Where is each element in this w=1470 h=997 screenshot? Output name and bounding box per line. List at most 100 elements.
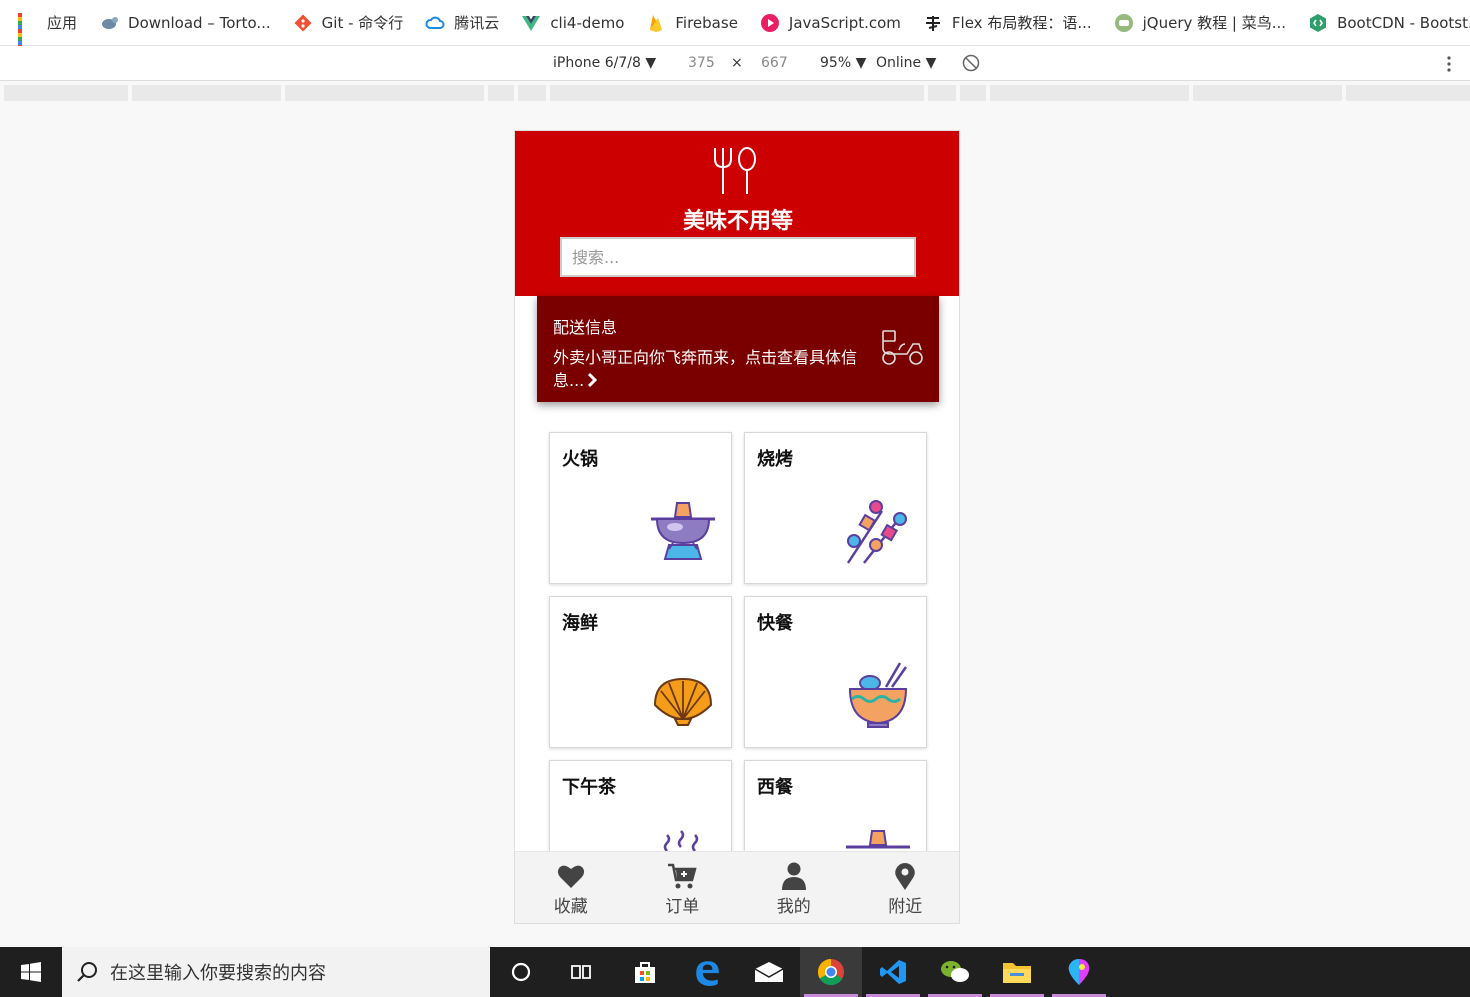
task-view-button[interactable]: [550, 947, 612, 997]
delivery-text-content: 外卖小哥正向你飞奔而来，点击查看具体信息...: [553, 348, 858, 390]
store-icon: [635, 962, 655, 983]
bookmark-tortoise[interactable]: Download – Torto...: [99, 13, 271, 33]
vscode-app[interactable]: [862, 947, 924, 997]
bookmark-jquery-runoob[interactable]: jQuery 教程 | 菜鸟...: [1114, 12, 1286, 33]
paint3d-app[interactable]: [1048, 947, 1110, 997]
category-card-bbq[interactable]: 烧烤: [744, 432, 927, 584]
tab-label: 订单: [665, 897, 700, 917]
height-input[interactable]: 667: [761, 55, 788, 71]
category-name: 火锅: [562, 449, 598, 470]
bookmark-label: JavaScript.com: [788, 13, 901, 32]
chrome-app[interactable]: [800, 947, 862, 997]
bookmark-label: jQuery 教程 | 菜鸟...: [1142, 14, 1287, 32]
windows-logo-icon: [21, 962, 41, 982]
chrome-icon: [817, 958, 844, 986]
location-pin-icon: [895, 863, 916, 890]
cart-icon: [668, 863, 697, 889]
hotpot-icon: [651, 502, 715, 560]
width-input[interactable]: 375: [688, 55, 715, 71]
category-name: 西餐: [757, 777, 793, 798]
media-query-segment[interactable]: [4, 85, 128, 101]
bookmark-label: 腾讯云: [454, 14, 500, 32]
javascript-icon: [760, 13, 779, 32]
wechat-icon: [941, 961, 969, 982]
rotate-icon[interactable]: [962, 54, 980, 72]
app-brand-title: 美味不用等: [682, 209, 793, 234]
media-query-segment[interactable]: [550, 85, 924, 101]
media-query-segment[interactable]: [960, 85, 986, 101]
tab-orders[interactable]: 订单: [627, 852, 739, 923]
zoom-value: 95%: [820, 55, 852, 71]
bookmark-tencent-cloud[interactable]: 腾讯云: [425, 12, 499, 33]
bookmark-bootcdn[interactable]: BootCDN - Bootst...: [1308, 13, 1470, 33]
media-query-segment[interactable]: [285, 85, 484, 101]
store-app[interactable]: [614, 947, 676, 997]
cortana-icon: [511, 962, 531, 982]
delivery-text[interactable]: 外卖小哥正向你飞奔而来，点击查看具体信息...: [553, 346, 875, 392]
media-query-segment[interactable]: [488, 85, 514, 101]
tab-label: 收藏: [553, 897, 588, 917]
search-input[interactable]: [560, 237, 916, 277]
file-explorer-app[interactable]: [986, 947, 1048, 997]
category-card-seafood[interactable]: 海鲜: [549, 596, 732, 748]
tab-profile[interactable]: 我的: [738, 852, 850, 923]
device-toolbar: iPhone 6/7/8 ▼ 375 × 667 95% ▼ Online ▼: [0, 46, 1470, 81]
bookmark-label: Firebase: [675, 13, 738, 32]
vue-icon: [522, 15, 541, 31]
paint-icon: [1068, 959, 1090, 985]
tab-label: 我的: [776, 897, 811, 917]
bookmark-apps[interactable]: 应用: [18, 12, 77, 49]
dimension-times: ×: [731, 55, 743, 71]
apps-icon: [18, 12, 38, 49]
category-name: 快餐: [757, 613, 793, 634]
windows-taskbar: 在这里输入你要搜索的内容: [0, 947, 1470, 997]
network-select[interactable]: Online ▼: [876, 55, 936, 71]
bookmark-javascript[interactable]: JavaScript.com: [760, 13, 901, 33]
bookmark-label: Download – Torto...: [128, 13, 271, 32]
bookmark-firebase[interactable]: Firebase: [646, 13, 738, 33]
category-name: 海鲜: [562, 613, 598, 634]
category-card-hotpot[interactable]: 火锅: [549, 432, 732, 584]
edge-app[interactable]: [676, 947, 738, 997]
delivery-info-card[interactable]: 配送信息 外卖小哥正向你飞奔而来，点击查看具体信息...: [537, 296, 939, 402]
wechat-app[interactable]: [924, 947, 986, 997]
bookmark-label: cli4-demo: [550, 13, 625, 32]
git-icon: [294, 14, 312, 31]
bookmark-git[interactable]: Git - 命令行: [293, 12, 404, 33]
folder-icon: [1003, 963, 1031, 983]
tab-favorites[interactable]: 收藏: [515, 852, 627, 923]
media-query-segment[interactable]: [1346, 85, 1470, 101]
bookmarks-bar: 应用 Download – Torto... Git - 命令行 腾讯云 cli…: [0, 0, 1470, 49]
mail-icon: [754, 962, 784, 982]
category-name: 烧烤: [757, 449, 793, 470]
media-query-segment[interactable]: [132, 85, 281, 101]
media-query-segment[interactable]: [990, 85, 1189, 101]
bookmark-flex-tutorial[interactable]: Flex 布局教程：语...: [923, 12, 1092, 33]
bookmark-label: BootCDN - Bootst...: [1337, 13, 1470, 32]
device-select[interactable]: iPhone 6/7/8 ▼: [553, 55, 656, 71]
user-icon: [781, 862, 806, 890]
more-options-icon[interactable]: [1445, 55, 1453, 73]
bottom-tab-bar: 收藏 订单 我的 附近: [515, 851, 960, 923]
zoom-select[interactable]: 95% ▼: [820, 55, 866, 71]
skewers-icon: [846, 500, 907, 564]
chevron-right-icon: [588, 372, 598, 388]
edge-icon: [696, 961, 719, 986]
bookmark-label: Git - 命令行: [321, 14, 404, 32]
mail-app[interactable]: [738, 947, 800, 997]
noodle-bowl-icon: [848, 662, 908, 728]
firebase-icon: [650, 14, 663, 32]
category-card-fastfood[interactable]: 快餐: [744, 596, 927, 748]
category-name: 下午茶: [562, 777, 616, 798]
task-view-icon: [571, 965, 591, 979]
bookmark-cli4-demo[interactable]: cli4-demo: [521, 13, 624, 33]
start-button[interactable]: [0, 947, 62, 997]
media-query-segment[interactable]: [1193, 85, 1342, 101]
media-query-segment[interactable]: [518, 85, 546, 101]
taskbar-search[interactable]: 在这里输入你要搜索的内容: [62, 947, 490, 997]
media-query-segment[interactable]: [928, 85, 956, 101]
tab-label: 附近: [888, 897, 923, 917]
delivery-title: 配送信息: [553, 318, 618, 337]
tab-nearby[interactable]: 附近: [850, 852, 960, 923]
cortana-button[interactable]: [490, 947, 552, 997]
